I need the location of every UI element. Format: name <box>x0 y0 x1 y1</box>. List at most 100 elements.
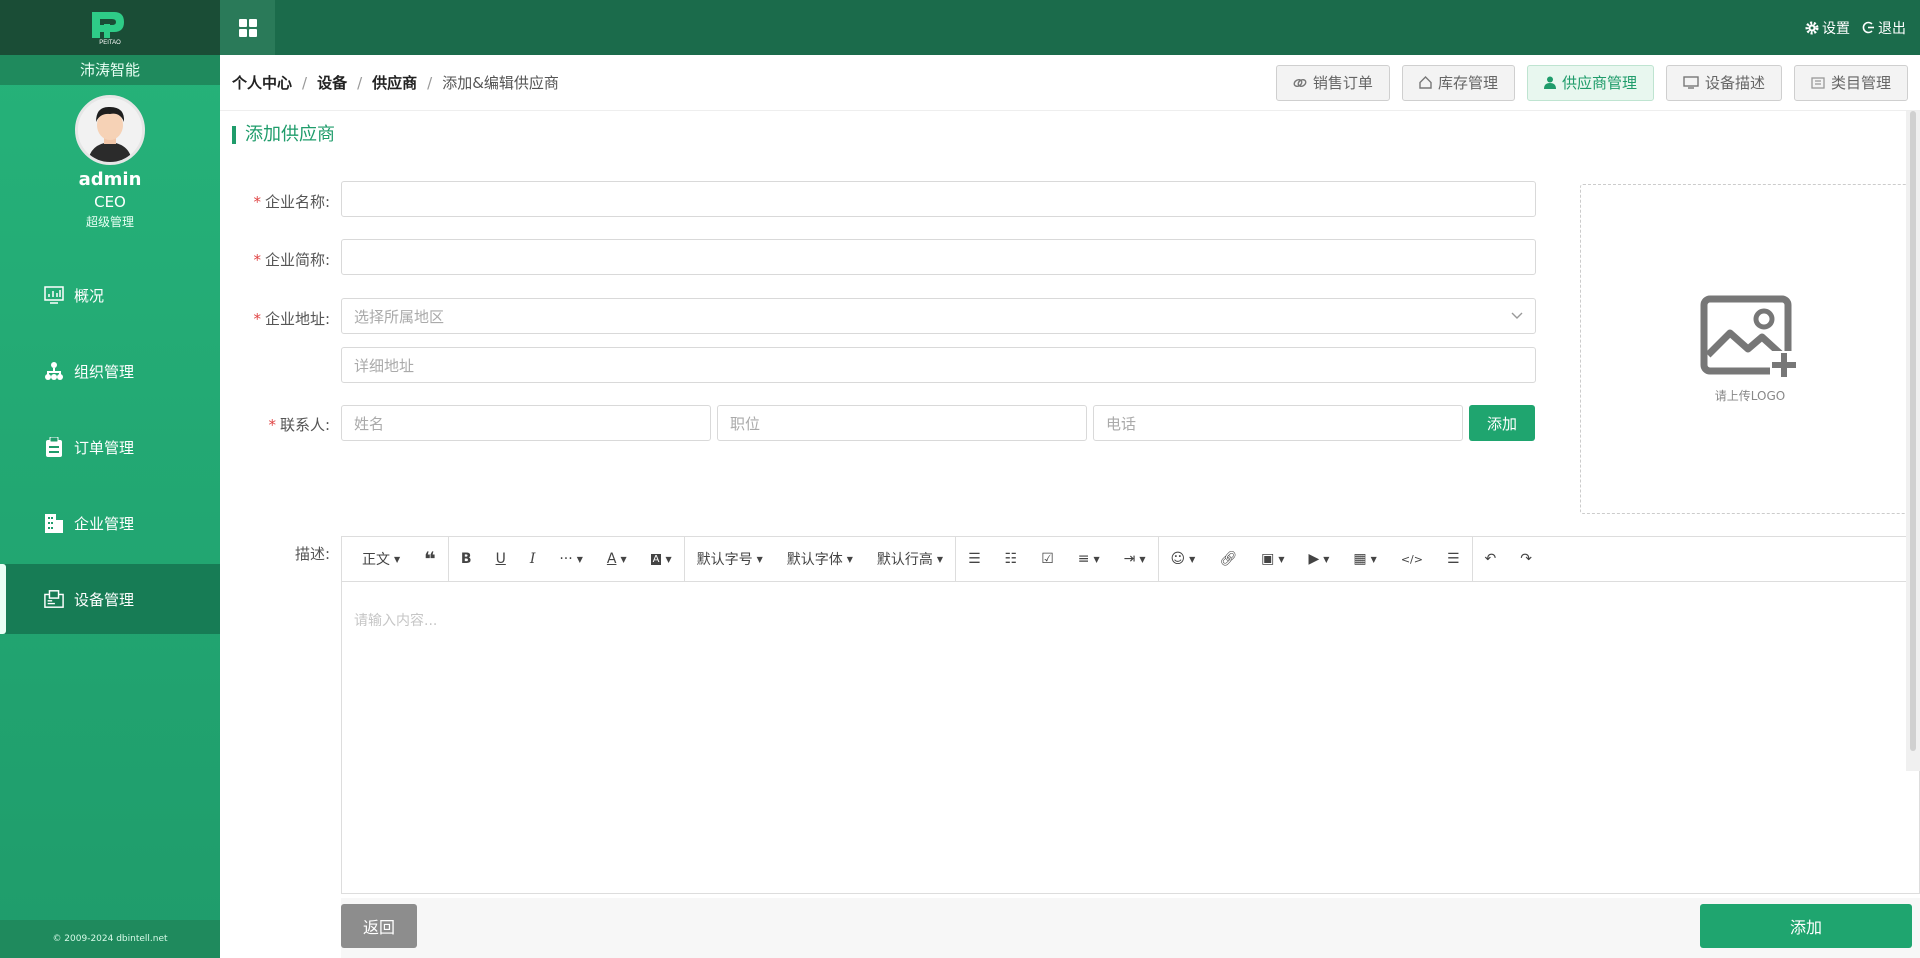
contact-name-input[interactable]: 姓名 <box>341 405 711 441</box>
logout-button[interactable]: 退出 <box>1862 18 1906 38</box>
undo-button[interactable]: ↶ <box>1473 537 1509 582</box>
sidebar-item-label: 订单管理 <box>74 438 135 457</box>
contact-phone-input[interactable]: 电话 <box>1093 405 1463 441</box>
font-family-dropdown[interactable]: 默认字体 ▼ <box>775 537 865 582</box>
sidebar-item-label: 企业管理 <box>74 514 135 533</box>
image-upload-icon <box>1700 295 1798 377</box>
undo-icon: ↶ <box>1484 551 1497 567</box>
home-icon <box>1419 76 1432 89</box>
scrollbar-thumb[interactable] <box>1910 111 1916 751</box>
link-button[interactable]: 🔗︎ <box>1207 537 1249 582</box>
back-button[interactable]: 返回 <box>341 904 417 948</box>
numbered-list-button[interactable]: ☷ <box>993 537 1030 582</box>
description-label: 描述: <box>294 545 330 563</box>
font-color-dropdown[interactable]: A ▼ <box>595 537 639 582</box>
redo-button[interactable]: ↷ <box>1508 537 1544 582</box>
logout-label: 退出 <box>1878 20 1906 37</box>
user-tag: 超级管理 <box>85 215 134 229</box>
more-format-dropdown[interactable]: ··· ▼ <box>547 537 595 582</box>
font-color-icon: A <box>606 551 617 567</box>
sidebar-item-devices[interactable]: 设备管理 <box>0 564 220 634</box>
code-button[interactable]: </> <box>1389 537 1435 582</box>
sidebar-item-org[interactable]: 组织管理 <box>0 336 220 406</box>
heading-dropdown[interactable]: 正文 ▼ <box>350 537 412 582</box>
indent-dropdown[interactable]: ⇥ ▼ <box>1112 537 1158 582</box>
video-dropdown[interactable]: ▶ ▼ <box>1296 537 1341 582</box>
settings-button[interactable]: 设置 <box>1805 18 1850 38</box>
editor-toolbar: 正文 ▼ ❝ B U I ··· ▼ A ▼ A ▼ 默认字号 ▼ 默认字体 ▼ 默认行高 ▼… <box>342 536 1919 582</box>
clipboard-icon <box>44 437 64 457</box>
svg-text:PEITAO: PEITAO <box>99 40 121 46</box>
short-name-input[interactable] <box>341 239 1536 275</box>
sidebar-nav: 概况 组织管理 订单管理 企业管理 设备管理 <box>0 260 220 634</box>
bold-icon: B <box>460 551 472 567</box>
top-bar: 设置 退出 <box>220 0 1920 55</box>
todo-button[interactable]: ☑ <box>1029 537 1066 582</box>
video-icon: ▶ <box>1308 551 1320 567</box>
image-dropdown[interactable]: ▣ ▼ <box>1249 537 1296 582</box>
editor-content[interactable]: 请输入内容... <box>342 582 1919 658</box>
table-icon: ▦ <box>1353 551 1367 567</box>
contact-position-input[interactable]: 职位 <box>717 405 1087 441</box>
device-icon <box>44 589 64 609</box>
sidebar: PEITAO 沛涛智能 admin CEO 超级管理 概况 组织管理 订单管理 … <box>0 0 220 958</box>
tab-sales-orders[interactable]: 销售订单 <box>1275 64 1390 101</box>
grid-icon <box>238 18 257 37</box>
link-icon <box>1293 78 1307 87</box>
submit-button[interactable]: 添加 <box>1700 904 1912 948</box>
sidebar-item-overview[interactable]: 概况 <box>0 260 220 330</box>
company-name-input[interactable] <box>341 181 1536 217</box>
org-icon <box>44 361 64 381</box>
breadcrumb-current: 添加&编辑供应商 <box>442 74 559 92</box>
company-name-label: * 企业名称: <box>253 193 330 211</box>
align-dropdown[interactable]: ≡ ▼ <box>1066 537 1112 582</box>
region-select[interactable]: 选择所属地区 <box>341 298 1536 334</box>
contact-name-placeholder: 姓名 <box>354 414 385 433</box>
tab-inventory[interactable]: 库存管理 <box>1401 64 1515 101</box>
breadcrumb-separator: / <box>302 73 308 92</box>
code-icon: </> <box>1400 552 1423 566</box>
avatar[interactable] <box>75 95 145 165</box>
sidebar-item-orders[interactable]: 订单管理 <box>0 412 220 482</box>
building-icon <box>44 513 64 533</box>
apps-grid-button[interactable] <box>220 0 275 55</box>
chart-icon <box>44 285 64 305</box>
italic-icon: I <box>529 551 536 567</box>
sidebar-item-label: 组织管理 <box>74 362 135 381</box>
italic-button[interactable]: I <box>518 537 548 582</box>
emoji-dropdown[interactable]: ☺ ▼ <box>1159 537 1208 582</box>
bold-button[interactable]: B <box>449 537 484 582</box>
rich-text-editor: 正文 ▼ ❝ B U I ··· ▼ A ▼ A ▼ 默认字号 ▼ 默认字体 ▼ 默认行高 ▼… <box>341 536 1920 894</box>
breadcrumb-separator: / <box>357 73 363 92</box>
horizontal-rule-icon: ☰ <box>1446 551 1460 567</box>
sidebar-item-company[interactable]: 企业管理 <box>0 488 220 558</box>
logout-icon <box>1862 21 1874 34</box>
font-size-dropdown[interactable]: 默认字号 ▼ <box>685 537 775 582</box>
underline-button[interactable]: U <box>484 537 518 582</box>
contact-label: * 联系人: <box>268 416 330 434</box>
add-contact-button[interactable]: 添加 <box>1469 405 1535 441</box>
numbered-list-icon: ☷ <box>1004 551 1018 567</box>
monitor-icon <box>1683 76 1699 89</box>
tab-suppliers[interactable]: 供应商管理 <box>1526 64 1654 101</box>
tab-categories[interactable]: 类目管理 <box>1793 64 1908 101</box>
quote-icon: ❝ <box>424 547 436 571</box>
tab-device-desc[interactable]: 设备描述 <box>1665 64 1782 101</box>
line-height-dropdown[interactable]: 默认行高 ▼ <box>865 537 955 582</box>
region-placeholder: 选择所属地区 <box>354 307 445 326</box>
logo-upload[interactable]: 请上传LOGO <box>1580 184 1920 514</box>
logo: PEITAO <box>0 0 220 55</box>
detail-address-input[interactable]: 详细地址 <box>341 347 1536 383</box>
breadcrumb-item[interactable]: 供应商 <box>372 72 417 93</box>
bg-color-dropdown[interactable]: A ▼ <box>639 537 684 582</box>
breadcrumb-item[interactable]: 个人中心 <box>232 72 292 93</box>
tab-label: 供应商管理 <box>1561 74 1637 92</box>
quote-button[interactable]: ❝ <box>412 537 448 582</box>
peitao-logo-icon: PEITAO <box>92 11 124 46</box>
tab-label: 销售订单 <box>1312 74 1373 92</box>
upload-hint: 请上传LOGO <box>1714 388 1786 403</box>
breadcrumb-item[interactable]: 设备 <box>317 72 347 93</box>
bullet-list-button[interactable]: ☰ <box>956 537 993 582</box>
table-dropdown[interactable]: ▦ ▼ <box>1341 537 1388 582</box>
divider-button[interactable]: ☰ <box>1435 537 1472 582</box>
